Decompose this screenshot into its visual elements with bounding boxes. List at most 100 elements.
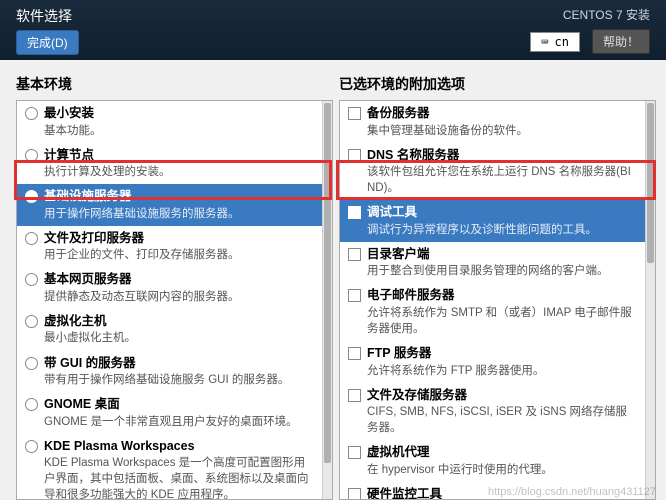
item-label: 基本网页服务器 <box>44 271 314 289</box>
item-label: KDE Plasma Workspaces <box>44 438 314 456</box>
item-text: 带 GUI 的服务器带有用于操作网络基础设施服务 GUI 的服务器。 <box>44 355 314 389</box>
addon-option[interactable]: FTP 服务器允许将系统作为 FTP 服务器使用。 <box>340 341 645 383</box>
addon-option[interactable]: 调试工具调试行为异常程序以及诊断性能问题的工具。 <box>340 200 645 242</box>
radio-control[interactable] <box>25 232 38 245</box>
item-description: GNOME 是一个非常直观且用户友好的桌面环境。 <box>44 414 314 430</box>
addons-scrollbar[interactable] <box>645 101 655 499</box>
item-text: DNS 名称服务器该软件包组允许您在系统上运行 DNS 名称服务器(BIND)。 <box>367 147 637 197</box>
item-description: 在 hypervisor 中运行时使用的代理。 <box>367 462 637 478</box>
item-label: 调试工具 <box>367 204 637 222</box>
addons-pane: 已选环境的附加选项 备份服务器集中管理基础设施备份的软件。 DNS 名称服务器该软… <box>339 74 656 500</box>
environment-option[interactable]: 文件及打印服务器用于企业的文件、打印及存储服务器。 <box>17 226 322 268</box>
item-text: 基础设施服务器用于操作网络基础设施服务的服务器。 <box>44 188 314 222</box>
environment-option[interactable]: GNOME 桌面GNOME 是一个非常直观且用户友好的桌面环境。 <box>17 392 322 434</box>
checkbox-control[interactable] <box>348 206 361 219</box>
addon-option[interactable]: 备份服务器集中管理基础设施备份的软件。 <box>340 101 645 143</box>
item-text: 虚拟机代理在 hypervisor 中运行时使用的代理。 <box>367 444 637 478</box>
top-left: 软件选择 完成(D) <box>16 6 79 54</box>
item-text: 虚拟化主机最小虚拟化主机。 <box>44 313 314 347</box>
watermark-text: https://blog.csdn.net/huang431127 <box>488 486 656 498</box>
item-label: 虚拟化主机 <box>44 313 314 331</box>
checkbox-control[interactable] <box>348 389 361 402</box>
top-bar: 软件选择 完成(D) CENTOS 7 安装 cn 帮助！ <box>0 0 666 60</box>
base-environment-listbox: 最小安装基本功能。计算节点执行计算及处理的安装。基础设施服务器用于操作网络基础设… <box>16 100 333 500</box>
item-text: 文件及存储服务器CIFS, SMB, NFS, iSCSI, iSER 及 iS… <box>367 387 637 437</box>
item-description: 提供静态及动态互联网内容的服务器。 <box>44 289 314 305</box>
item-text: 电子邮件服务器允许将系统作为 SMTP 和（或者）IMAP 电子邮件服务器使用。 <box>367 287 637 337</box>
item-description: 允许将系统作为 FTP 服务器使用。 <box>367 363 637 379</box>
environment-option[interactable]: KDE Plasma WorkspacesKDE Plasma Workspac… <box>17 434 322 499</box>
item-description: 最小虚拟化主机。 <box>44 330 314 346</box>
environment-option[interactable]: 虚拟化主机最小虚拟化主机。 <box>17 309 322 351</box>
addon-option[interactable]: 电子邮件服务器允许将系统作为 SMTP 和（或者）IMAP 电子邮件服务器使用。 <box>340 283 645 341</box>
item-label: 文件及存储服务器 <box>367 387 637 405</box>
environment-option[interactable]: 计算节点执行计算及处理的安装。 <box>17 143 322 185</box>
lang-help-row: cn 帮助！ <box>530 29 650 54</box>
checkbox-control[interactable] <box>348 107 361 120</box>
addons-scrollarea: 备份服务器集中管理基础设施备份的软件。 DNS 名称服务器该软件包组允许您在系统上… <box>340 101 645 499</box>
item-label: 最小安装 <box>44 105 314 123</box>
checkbox-control[interactable] <box>348 149 361 162</box>
addon-option[interactable]: 虚拟机代理在 hypervisor 中运行时使用的代理。 <box>340 440 645 482</box>
addons-listbox: 备份服务器集中管理基础设施备份的软件。 DNS 名称服务器该软件包组允许您在系统上… <box>339 100 656 500</box>
environment-option[interactable]: 基础设施服务器用于操作网络基础设施服务的服务器。 <box>17 184 322 226</box>
item-description: 该软件包组允许您在系统上运行 DNS 名称服务器(BIND)。 <box>367 164 637 196</box>
item-description: 调试行为异常程序以及诊断性能问题的工具。 <box>367 222 637 238</box>
item-label: DNS 名称服务器 <box>367 147 637 165</box>
radio-control[interactable] <box>25 273 38 286</box>
addons-heading: 已选环境的附加选项 <box>339 74 656 100</box>
checkbox-control[interactable] <box>348 248 361 261</box>
environment-option[interactable]: 最小安装基本功能。 <box>17 101 322 143</box>
help-button[interactable]: 帮助！ <box>592 29 650 54</box>
installer-subtitle: CENTOS 7 安装 <box>563 6 650 23</box>
page-title: 软件选择 <box>16 6 79 26</box>
item-text: 基本网页服务器提供静态及动态互联网内容的服务器。 <box>44 271 314 305</box>
scrollbar-thumb[interactable] <box>324 103 331 463</box>
addon-option[interactable]: 目录客户端用于整合到使用目录服务管理的网络的客户端。 <box>340 242 645 284</box>
keyboard-icon <box>541 35 548 49</box>
checkbox-control[interactable] <box>348 347 361 360</box>
item-label: 目录客户端 <box>367 246 637 264</box>
item-text: 备份服务器集中管理基础设施备份的软件。 <box>367 105 637 139</box>
checkbox-control[interactable] <box>348 289 361 302</box>
done-button[interactable]: 完成(D) <box>16 30 79 55</box>
item-label: 备份服务器 <box>367 105 637 123</box>
item-description: KDE Plasma Workspaces 是一个高度可配置图形用户界面，其中包… <box>44 455 314 499</box>
keyboard-layout-code: cn <box>555 35 569 49</box>
keyboard-layout-button[interactable]: cn <box>530 32 580 52</box>
item-description: 集中管理基础设施备份的软件。 <box>367 123 637 139</box>
radio-control[interactable] <box>25 440 38 453</box>
radio-control[interactable] <box>25 149 38 162</box>
item-text: 调试工具调试行为异常程序以及诊断性能问题的工具。 <box>367 204 637 238</box>
item-description: 基本功能。 <box>44 123 314 139</box>
checkbox-control[interactable] <box>348 446 361 459</box>
item-text: FTP 服务器允许将系统作为 FTP 服务器使用。 <box>367 345 637 379</box>
item-description: 用于操作网络基础设施服务的服务器。 <box>44 206 314 222</box>
item-label: GNOME 桌面 <box>44 396 314 414</box>
environment-option[interactable]: 带 GUI 的服务器带有用于操作网络基础设施服务 GUI 的服务器。 <box>17 351 322 393</box>
checkbox-control[interactable] <box>348 488 361 499</box>
environment-option[interactable]: 基本网页服务器提供静态及动态互联网内容的服务器。 <box>17 267 322 309</box>
item-label: FTP 服务器 <box>367 345 637 363</box>
item-label: 带 GUI 的服务器 <box>44 355 314 373</box>
item-text: 文件及打印服务器用于企业的文件、打印及存储服务器。 <box>44 230 314 264</box>
scrollbar-thumb[interactable] <box>647 103 654 263</box>
radio-control[interactable] <box>25 357 38 370</box>
item-label: 基础设施服务器 <box>44 188 314 206</box>
radio-control[interactable] <box>25 107 38 120</box>
item-label: 计算节点 <box>44 147 314 165</box>
item-description: CIFS, SMB, NFS, iSCSI, iSER 及 iSNS 网络存储服… <box>367 404 637 436</box>
item-description: 用于企业的文件、打印及存储服务器。 <box>44 247 314 263</box>
addon-option[interactable]: 文件及存储服务器CIFS, SMB, NFS, iSCSI, iSER 及 iS… <box>340 383 645 441</box>
item-text: 最小安装基本功能。 <box>44 105 314 139</box>
addon-option[interactable]: DNS 名称服务器该软件包组允许您在系统上运行 DNS 名称服务器(BIND)。 <box>340 143 645 201</box>
radio-control[interactable] <box>25 398 38 411</box>
radio-control[interactable] <box>25 315 38 328</box>
item-text: KDE Plasma WorkspacesKDE Plasma Workspac… <box>44 438 314 499</box>
radio-control[interactable] <box>25 190 38 203</box>
content-panes: 基本环境 最小安装基本功能。计算节点执行计算及处理的安装。基础设施服务器用于操作… <box>0 60 666 500</box>
item-text: 计算节点执行计算及处理的安装。 <box>44 147 314 181</box>
item-text: 目录客户端用于整合到使用目录服务管理的网络的客户端。 <box>367 246 637 280</box>
item-label: 虚拟机代理 <box>367 444 637 462</box>
base-environment-scrollbar[interactable] <box>322 101 332 499</box>
